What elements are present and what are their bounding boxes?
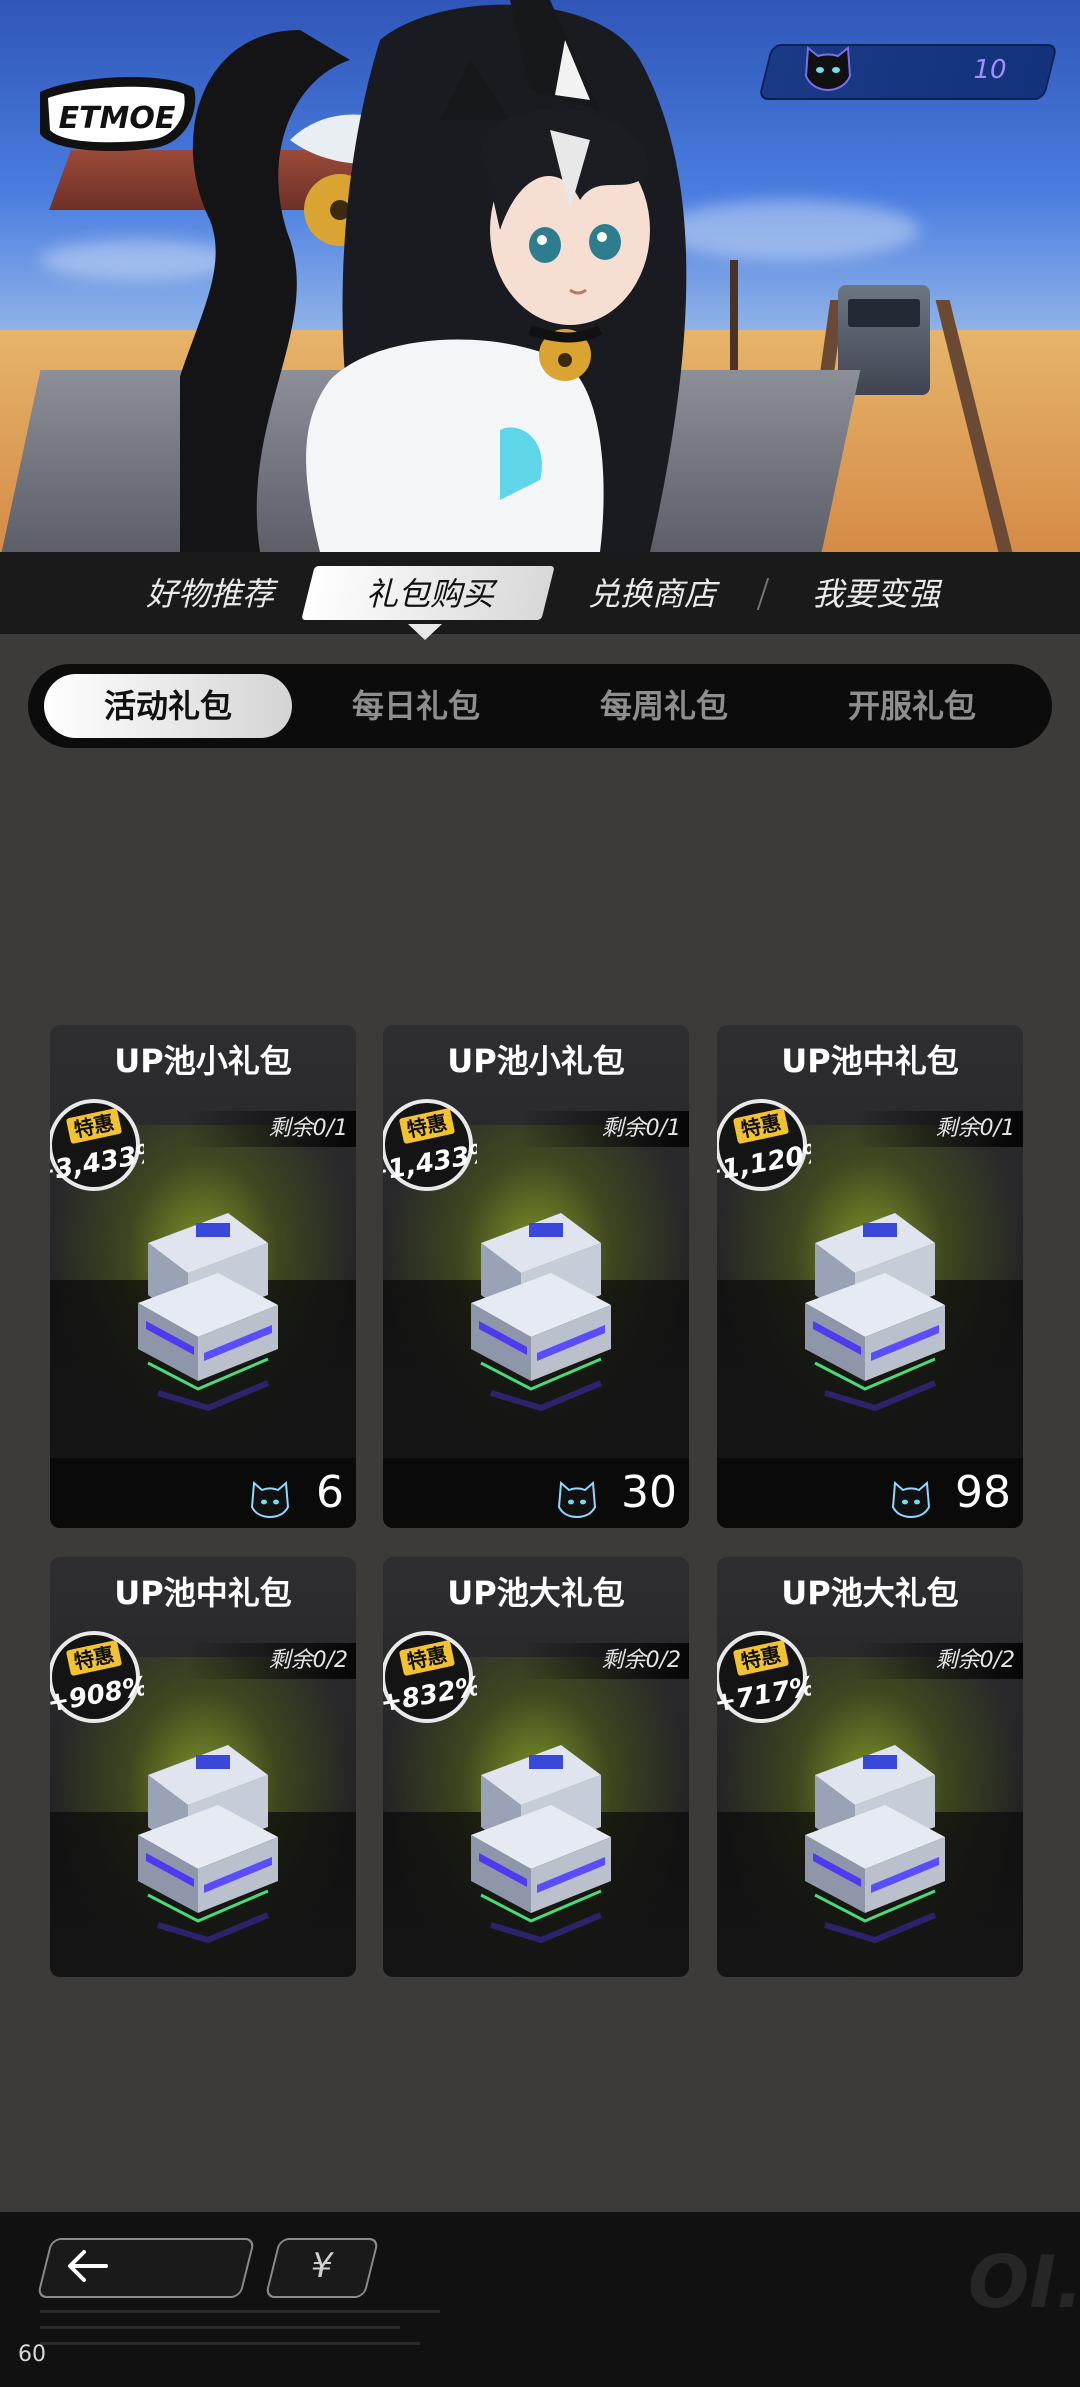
active-tab-caret-icon <box>408 624 442 640</box>
tab-recommended[interactable]: 好物推荐 <box>120 566 300 622</box>
currency-value: 10 <box>973 55 1007 85</box>
price-value: 98 <box>955 1467 1011 1518</box>
cat-coin-icon <box>250 1480 290 1519</box>
subtab-weekly-packs[interactable]: 每周礼包 <box>540 674 788 738</box>
gift-box-icon <box>138 1213 278 1412</box>
card-remaining: 剩余0/2 <box>519 1643 689 1679</box>
product-card[interactable]: UP池小礼包剩余0/1 特惠 +3,433% 6 <box>50 1025 356 1528</box>
card-title: UP池小礼包 <box>447 1042 625 1080</box>
price-bar <box>50 1458 356 1528</box>
tab-get-stronger[interactable]: 我要变强 <box>786 566 966 622</box>
subtab-daily-packs[interactable]: 每日礼包 <box>292 674 540 738</box>
hero-banner: ETMOE 10 <box>0 0 1080 552</box>
product-card[interactable]: UP池中礼包剩余0/1 特惠 +1,120% 98 <box>717 1025 1023 1528</box>
cat-coin-icon <box>557 1480 597 1519</box>
cat-coin-icon <box>804 46 852 92</box>
subtab-launch-packs[interactable]: 开服礼包 <box>788 674 1036 738</box>
arrow-left-icon <box>68 2250 108 2282</box>
card-title: UP池中礼包 <box>114 1574 292 1612</box>
gift-box-icon <box>805 1213 945 1412</box>
tab-gift-packs[interactable]: 礼包购买 <box>340 566 520 622</box>
watermark-logo: OI. <box>968 2240 1080 2324</box>
product-card[interactable]: UP池小礼包剩余0/1 特惠 +1,433% 30 <box>383 1025 689 1528</box>
discount-badge: 特惠+717% <box>717 1631 811 1723</box>
discount-badge: 特惠+1,433% <box>383 1099 477 1191</box>
card-title: UP池大礼包 <box>781 1574 959 1612</box>
card-remaining: 剩余0/1 <box>519 1111 689 1147</box>
card-title: UP池大礼包 <box>447 1574 625 1612</box>
game-logo: ETMOE <box>40 76 196 152</box>
price-value: 30 <box>621 1467 677 1518</box>
card-remaining: 剩余0/2 <box>186 1643 356 1679</box>
logo-text: ETMOE <box>59 101 176 136</box>
card-remaining: 剩余0/2 <box>853 1643 1023 1679</box>
gift-box-icon <box>138 1745 278 1944</box>
discount-badge: 特惠+832% <box>383 1631 477 1723</box>
decorative-fine-print <box>40 2310 440 2345</box>
card-title: UP池中礼包 <box>781 1042 959 1080</box>
tab-exchange-shop[interactable]: 兑换商店 <box>562 566 742 622</box>
gift-box-icon <box>471 1213 611 1412</box>
gift-box-icon <box>805 1745 945 1944</box>
cat-coin-icon <box>891 1480 931 1519</box>
price-value: 6 <box>316 1467 344 1518</box>
card-title: UP池小礼包 <box>114 1042 292 1080</box>
gift-box-icon <box>471 1745 611 1944</box>
discount-badge: 特惠+908% <box>50 1631 144 1723</box>
character-illustration <box>180 0 687 552</box>
yen-icon: ¥ <box>311 2246 333 2286</box>
discount-badge: 特惠+3,433% <box>50 1099 144 1191</box>
card-remaining: 剩余0/1 <box>186 1111 356 1147</box>
product-card[interactable]: UP池中礼包剩余0/2 特惠 +908% <box>50 1557 356 1977</box>
fps-counter: 60 <box>18 2342 46 2367</box>
card-remaining: 剩余0/1 <box>853 1111 1023 1147</box>
discount-badge: 特惠+1,120% <box>717 1099 811 1191</box>
product-card[interactable]: UP池大礼包剩余0/2 特惠 +717% <box>717 1557 1023 1977</box>
product-card[interactable]: UP池大礼包剩余0/2 特惠 +832% <box>383 1557 689 1977</box>
subtab-event-packs[interactable]: 活动礼包 <box>44 674 292 738</box>
